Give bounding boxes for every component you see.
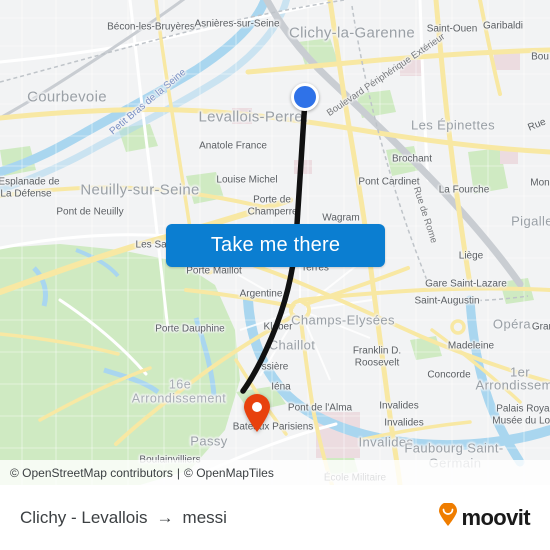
origin-marker-icon[interactable] [291,83,319,111]
trip-arrow-icon: → [156,507,174,527]
moovit-pin-icon [437,502,459,532]
trip-origin-label: Clichy - Levallois [20,507,148,527]
osm-attribution[interactable]: © OpenStreetMap contributors [10,466,173,480]
moovit-trip-map-screen: Bécon-les-Bruyères Asnières-sur-Seine Clic… [0,0,550,550]
moovit-wordmark: moovit [461,504,530,530]
attribution-separator: | [176,465,181,480]
openmaptiles-attribution[interactable]: © OpenMapTiles [184,466,274,480]
trip-destination-label: messi [182,507,227,527]
moovit-logo[interactable]: moovit [437,502,531,532]
trip-summary: Clichy - Levallois → messi [20,508,227,528]
take-me-there-button[interactable]: Take me there [166,224,385,267]
map-canvas[interactable]: Bécon-les-Bruyères Asnières-sur-Seine Clic… [0,0,550,485]
footer-bar: Clichy - Levallois → messi moovit [0,485,550,550]
map-attribution-bar: © OpenStreetMap contributors | © OpenMap… [0,460,550,485]
